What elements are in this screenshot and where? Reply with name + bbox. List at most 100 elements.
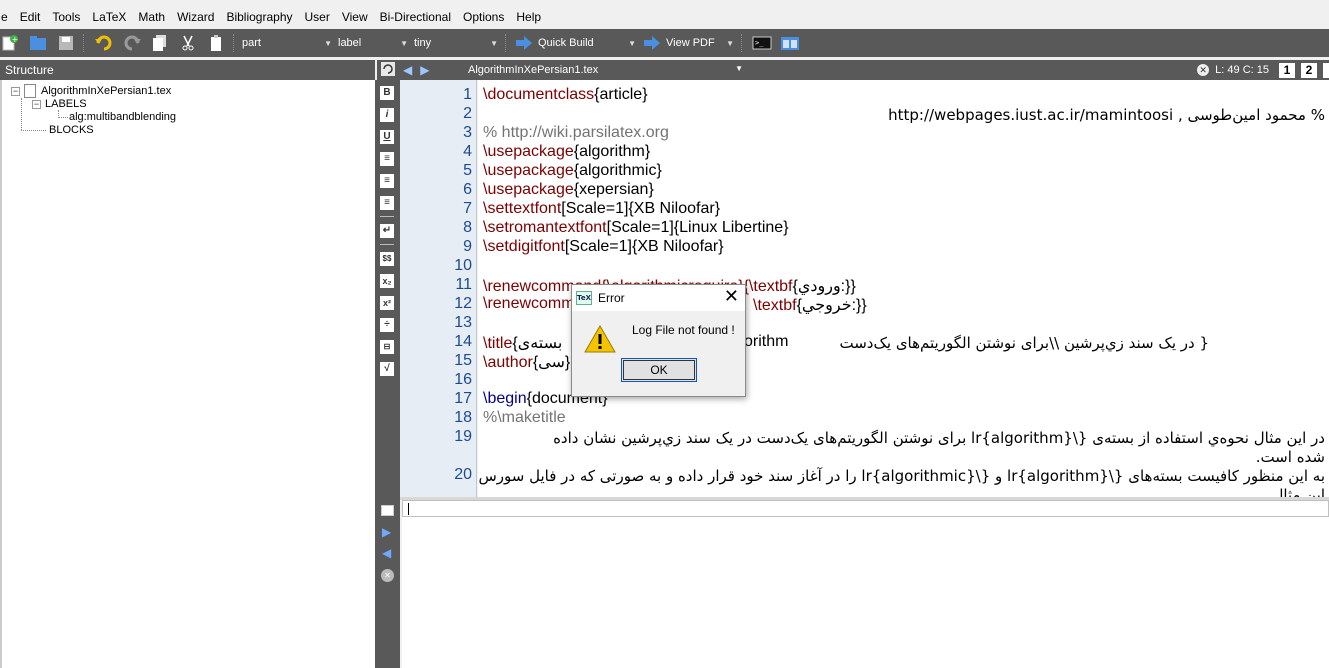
menu-edit[interactable]: Edit	[14, 7, 47, 27]
menu-math[interactable]: Math	[132, 7, 171, 27]
menu-latex[interactable]: LaTeX	[86, 7, 132, 27]
tree-file-label: AlgorithmInXePersian1.tex	[41, 85, 172, 97]
log-input[interactable]	[402, 500, 1329, 517]
newline-icon[interactable]: ↵	[380, 224, 394, 238]
document-selector[interactable]: AlgorithmInXePersian1.tex ▼	[468, 64, 743, 76]
clear-log-icon[interactable]: ✕	[381, 569, 394, 582]
line-number-gutter: 1 2 3 4 5 6 7 8 9 10 11 12 13 14 15 16 1…	[400, 80, 477, 498]
cut-icon[interactable]	[178, 33, 198, 53]
toolbar-separator	[741, 34, 745, 52]
reference-combo-value: label	[338, 37, 362, 49]
log-pane	[402, 500, 1329, 668]
undo-icon[interactable]	[94, 33, 114, 53]
italic-icon[interactable]: i	[380, 108, 394, 122]
code-line-8: \setromantextfont[Scale=1]{Linux Liberti…	[483, 219, 789, 236]
close-document-icon[interactable]: ✕	[1197, 64, 1210, 76]
tree-node-blocks[interactable]: BLOCKS	[49, 124, 94, 136]
quick-build-arrow-icon[interactable]	[514, 33, 534, 53]
sectioning-combo[interactable]: part ▼	[240, 33, 336, 53]
menu-view[interactable]: View	[336, 7, 374, 27]
line-number: 12	[454, 295, 472, 312]
line-number: 9	[463, 238, 472, 255]
dfrac-icon[interactable]: ⊟	[380, 340, 394, 354]
warning-icon	[584, 325, 616, 353]
math-mode-icon[interactable]: $$	[380, 252, 394, 266]
view-pdf-combo[interactable]: View PDF ▼	[664, 33, 738, 53]
error-dialog: TeX Error ✕ Log File not found ! OK	[571, 284, 746, 397]
redo-icon[interactable]	[122, 33, 142, 53]
bookmark-2-button[interactable]: 2	[1301, 62, 1317, 78]
align-left-icon[interactable]: ≡	[380, 152, 394, 166]
bookmark-3-button[interactable]	[1323, 62, 1329, 78]
menu-user[interactable]: User	[299, 7, 336, 27]
fraction-icon[interactable]: ÷	[380, 318, 394, 332]
code-line-12-tail: \textbf{خروجي:}}	[753, 297, 867, 314]
superscript-icon[interactable]: x²	[380, 296, 394, 310]
size-combo[interactable]: tiny ▼	[412, 33, 502, 53]
menu-bidirectional[interactable]: Bi-Directional	[374, 7, 457, 27]
code-line-19-wrap: شده است.	[1255, 448, 1325, 466]
line-number: 2	[463, 105, 472, 122]
refresh-icon[interactable]	[381, 61, 395, 79]
toolbar-separator	[380, 216, 394, 217]
save-icon[interactable]	[56, 33, 76, 53]
menu-options[interactable]: Options	[457, 7, 510, 27]
menu-bar: e Edit Tools LaTeX Math Wizard Bibliogra…	[0, 7, 1329, 27]
menu-bibliography[interactable]: Bibliography	[220, 7, 298, 27]
bookmark-1-button[interactable]: 1	[1279, 62, 1295, 78]
toolbar-separator	[505, 34, 509, 52]
new-file-icon[interactable]: +	[0, 33, 20, 53]
next-error-icon[interactable]: ▶	[382, 525, 391, 539]
line-number: 19	[454, 428, 472, 445]
line-number: 16	[454, 371, 472, 388]
tree-node-file[interactable]: − AlgorithmInXePersian1.tex	[11, 84, 171, 98]
collapse-toggle-icon[interactable]: −	[11, 86, 20, 96]
align-right-icon[interactable]: ≡	[380, 196, 394, 210]
close-icon[interactable]: ✕	[724, 287, 739, 307]
structure-tree: − AlgorithmInXePersian1.tex − LABELS alg…	[0, 80, 375, 668]
file-icon	[24, 84, 36, 98]
code-line-15: \author{سی}	[483, 354, 571, 371]
align-center-icon[interactable]: ≡	[380, 174, 394, 188]
collapse-toggle-icon[interactable]: −	[32, 99, 41, 109]
menu-help[interactable]: Help	[510, 7, 547, 27]
menu-wizard[interactable]: Wizard	[171, 7, 220, 27]
dialog-titlebar[interactable]: TeX Error ✕	[572, 285, 745, 311]
terminal-icon[interactable]: >_	[752, 33, 772, 53]
tree-node-labels[interactable]: − LABELS	[32, 98, 87, 110]
sqrt-icon[interactable]: √	[380, 362, 394, 376]
tree-node-label-item[interactable]: alg:multibandblending	[69, 111, 176, 123]
underline-icon[interactable]: U	[380, 130, 394, 144]
open-file-icon[interactable]	[28, 33, 48, 53]
tree-connector	[21, 130, 46, 131]
quick-build-label: Quick Build	[538, 37, 594, 49]
menu-tools[interactable]: Tools	[46, 7, 86, 27]
view-pdf-arrow-icon[interactable]	[642, 33, 662, 53]
text-caret	[408, 503, 409, 515]
reference-combo[interactable]: label ▼	[336, 33, 412, 53]
line-number: 13	[454, 314, 472, 331]
code-line-6: \usepackage{xepersian}	[483, 181, 654, 198]
copy-icon[interactable]	[150, 33, 170, 53]
line-number: 5	[463, 162, 472, 179]
bold-icon[interactable]: B	[380, 86, 394, 100]
texstudio-window: e Edit Tools LaTeX Math Wizard Bibliogra…	[0, 0, 1329, 668]
line-number: 15	[454, 352, 472, 369]
previous-document-icon[interactable]: ◀	[403, 63, 412, 77]
subscript-icon[interactable]: x₂	[380, 274, 394, 288]
paste-icon[interactable]	[206, 33, 226, 53]
tree-connector	[58, 117, 68, 118]
previous-error-icon[interactable]: ◀	[382, 546, 391, 560]
line-number: 10	[454, 257, 472, 274]
menu-file[interactable]: e	[0, 7, 14, 27]
ok-button[interactable]: OK	[621, 358, 697, 382]
code-line-9: \setdigitfont[Scale=1]{XB Niloofar}	[483, 238, 724, 255]
log-window-icon[interactable]	[381, 505, 394, 516]
chevron-down-icon: ▼	[735, 64, 743, 73]
next-document-icon[interactable]: ▶	[420, 63, 429, 77]
quick-build-combo[interactable]: Quick Build ▼	[536, 33, 640, 53]
code-line-20: به این منظور کافیست بسته‌های {\lr{algori…	[478, 467, 1325, 485]
window-layout-icon[interactable]	[780, 33, 800, 53]
code-line-14-rtl: { در یک سند زي‌پرشین \\برای نوشتن الگوری…	[839, 334, 1209, 352]
toolbar-separator	[83, 34, 87, 52]
